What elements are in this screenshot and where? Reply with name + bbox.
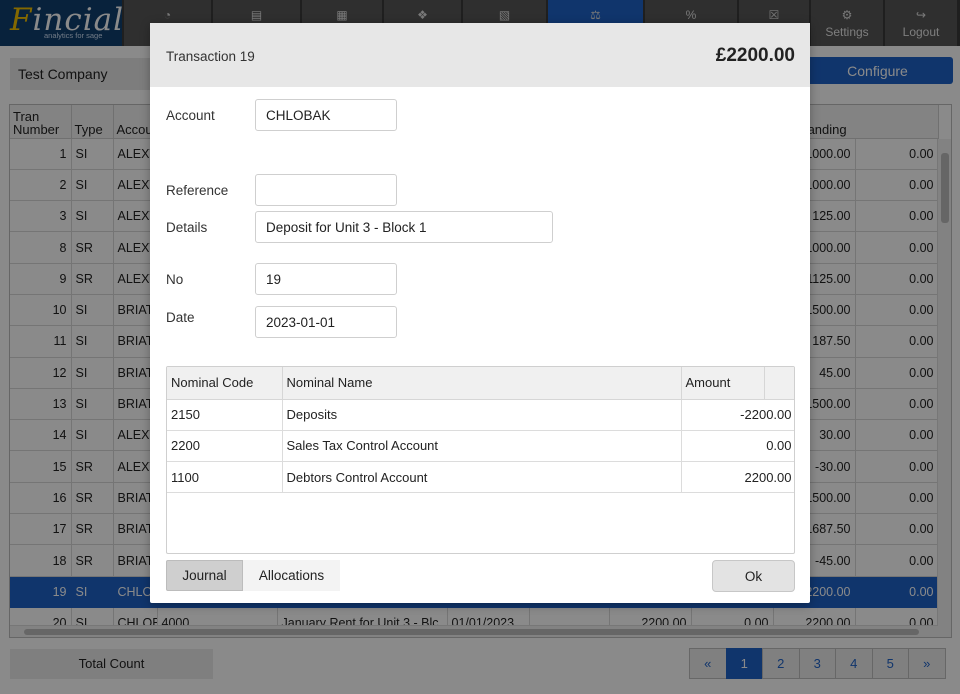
- transaction-amount: £2200.00: [715, 45, 795, 66]
- nominal-amount: 0.00: [681, 430, 794, 463]
- nominal-row[interactable]: 1100 Debtors Control Account 2200.00: [167, 461, 794, 494]
- number-field[interactable]: [255, 263, 397, 295]
- reference-label: Reference: [166, 183, 229, 198]
- reference-field[interactable]: [255, 174, 397, 206]
- account-label: Account: [166, 108, 215, 123]
- nominal-column-header[interactable]: Nominal Code: [167, 367, 283, 400]
- dialog-title: Transaction 19: [166, 49, 255, 64]
- no-label: No: [166, 272, 184, 287]
- nominal-column-header[interactable]: [764, 367, 794, 400]
- transaction-dialog: Transaction 19 £2200.00 Account Referenc…: [150, 23, 810, 603]
- nominal-amount: -2200.00: [681, 399, 794, 431]
- nominal-code: 1100: [167, 461, 283, 494]
- nominal-name: Debtors Control Account: [282, 461, 682, 494]
- tab-allocations[interactable]: Allocations: [243, 560, 340, 591]
- details-field[interactable]: [255, 211, 553, 243]
- date-field[interactable]: [255, 306, 397, 338]
- nominal-column-header[interactable]: Amount: [681, 367, 765, 400]
- tab-journal[interactable]: Journal: [166, 560, 243, 591]
- nominal-row[interactable]: 2150 Deposits -2200.00: [167, 399, 794, 431]
- nominal-row[interactable]: 2200 Sales Tax Control Account 0.00: [167, 430, 794, 463]
- nominal-name: Sales Tax Control Account: [282, 430, 682, 463]
- nominal-table: Nominal Code Nominal Name Amount 2150 Depos…: [166, 366, 795, 554]
- nominal-amount: 2200.00: [681, 461, 794, 494]
- details-label: Details: [166, 220, 208, 235]
- date-label: Date: [166, 310, 195, 325]
- nominal-column-header[interactable]: Nominal Name: [282, 367, 682, 400]
- ok-button[interactable]: Ok: [712, 560, 795, 592]
- nominal-code: 2150: [167, 399, 283, 431]
- nominal-name: Deposits: [282, 399, 682, 431]
- nominal-code: 2200: [167, 430, 283, 463]
- account-field[interactable]: [255, 99, 397, 131]
- dialog-header: Transaction 19 £2200.00: [150, 23, 810, 87]
